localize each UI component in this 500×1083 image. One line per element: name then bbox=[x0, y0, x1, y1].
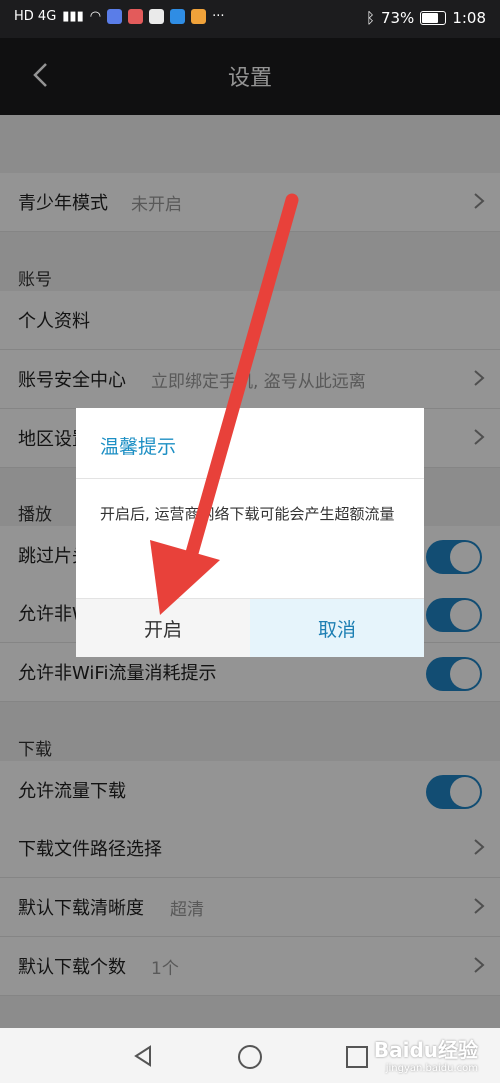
bluetooth-icon: ᛒ bbox=[365, 9, 375, 27]
watermark-logo: Baidu经验 bbox=[373, 1038, 478, 1062]
system-nav-bar: Baidu经验 jingyan.baidu.com bbox=[0, 1028, 500, 1083]
status-left: HD 4G ▮▮▮ ◠ ··· bbox=[14, 9, 224, 24]
confirm-open-button[interactable]: 开启 bbox=[76, 598, 250, 657]
wifi-icon: ◠ bbox=[89, 9, 102, 24]
clock: 1:08 bbox=[452, 9, 486, 27]
watermark-url: jingyan.baidu.com bbox=[385, 1063, 478, 1074]
status-right: ᛒ 73% 1:08 bbox=[366, 9, 486, 27]
nav-home-icon[interactable] bbox=[238, 1045, 262, 1069]
status-bar: HD 4G ▮▮▮ ◠ ··· ᛒ 73% 1:08 bbox=[0, 0, 500, 38]
warning-dialog: 温馨提示 开启后, 运营商网络下载可能会产生超额流量 开启 取消 bbox=[76, 408, 424, 657]
signal-icon: ▮▮▮ bbox=[62, 9, 84, 24]
app-notification-icon bbox=[128, 9, 144, 24]
nav-back-icon[interactable] bbox=[132, 1045, 154, 1067]
battery-percent: 73% bbox=[380, 9, 415, 27]
battery-icon bbox=[420, 11, 447, 25]
app-notification-icon bbox=[149, 9, 165, 24]
dialog-title: 温馨提示 bbox=[100, 436, 177, 458]
dialog-divider bbox=[76, 478, 424, 479]
network-indicator: HD 4G bbox=[14, 9, 57, 24]
app-notification-icon bbox=[107, 9, 123, 24]
cancel-button[interactable]: 取消 bbox=[250, 598, 424, 657]
more-notifications-icon: ··· bbox=[212, 9, 225, 24]
app-notification-icon bbox=[191, 9, 207, 24]
dialog-message: 开启后, 运营商网络下载可能会产生超额流量 bbox=[100, 505, 395, 523]
baidu-watermark: Baidu经验 jingyan.baidu.com bbox=[374, 1034, 478, 1074]
app-notification-icon bbox=[170, 9, 186, 24]
nav-recents-icon[interactable] bbox=[346, 1046, 368, 1068]
